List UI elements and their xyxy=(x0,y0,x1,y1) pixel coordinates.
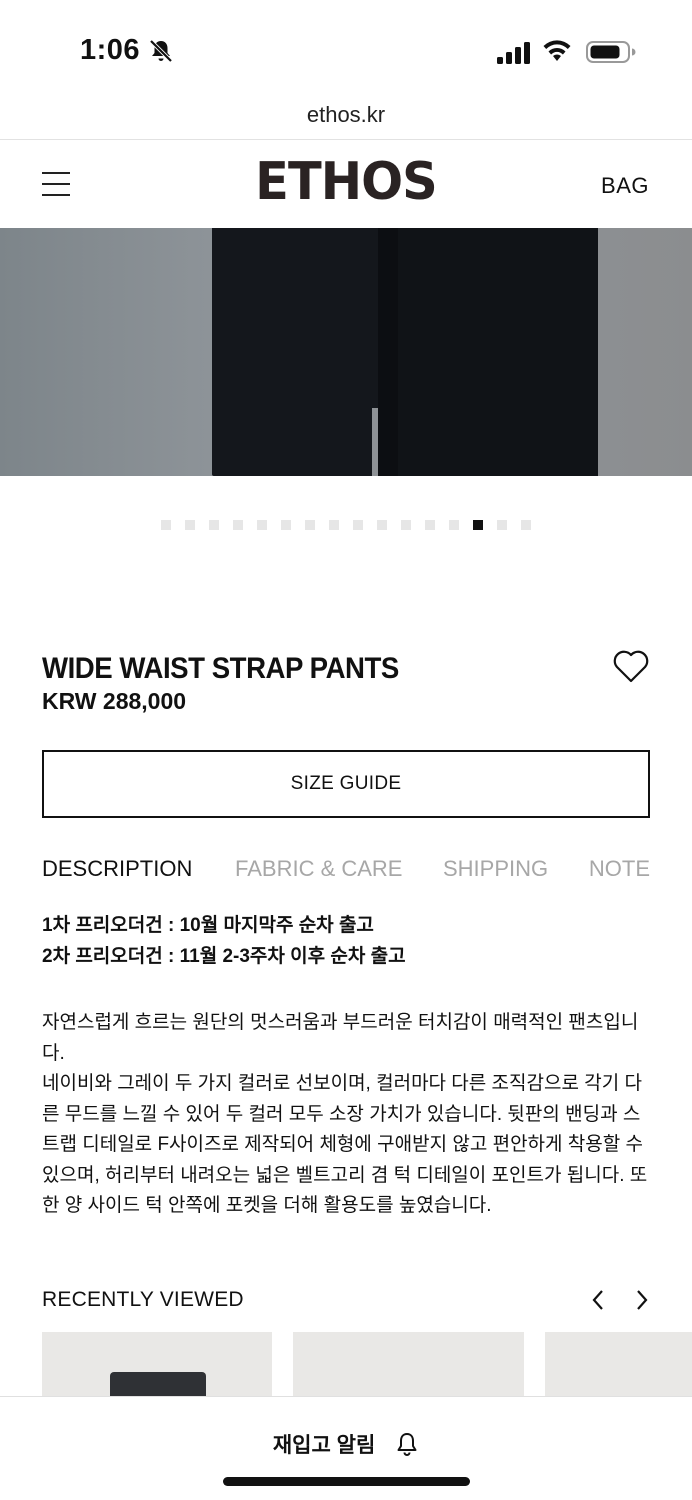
description-body: 자연스럽게 흐르는 원단의 멋스러움과 부드러운 터치감이 매력적인 팬츠입니다… xyxy=(42,1008,652,1222)
carousel-dot[interactable] xyxy=(305,520,315,530)
pants-left-leg xyxy=(212,228,392,476)
preorder-notice: 1차 프리오더건 : 10월 마지막주 순차 출고 2차 프리오더건 : 11월… xyxy=(42,910,650,972)
carousel-dot[interactable] xyxy=(209,520,219,530)
carousel-dot[interactable] xyxy=(521,520,531,530)
carousel-dots xyxy=(0,520,692,530)
wifi-icon xyxy=(543,40,571,61)
restock-alert-button[interactable]: 재입고 알림 xyxy=(0,1429,692,1459)
tab-note[interactable]: NOTE xyxy=(589,856,650,882)
pants-strap xyxy=(378,228,398,476)
recently-viewed-card[interactable] xyxy=(293,1332,524,1396)
site-logo[interactable]: ETHOS xyxy=(17,152,674,212)
recently-viewed-card[interactable] xyxy=(545,1332,692,1396)
chevron-right-icon[interactable] xyxy=(632,1288,652,1312)
carousel-dot[interactable] xyxy=(473,520,483,530)
recently-viewed-card[interactable] xyxy=(42,1332,272,1396)
carousel-dot[interactable] xyxy=(401,520,411,530)
restock-alert-label: 재입고 알림 xyxy=(272,1434,376,1457)
recently-viewed-title: RECENTLY VIEWED xyxy=(42,1288,244,1311)
bottom-action-bar: 재입고 알림 xyxy=(0,1396,692,1500)
description-text: 자연스럽게 흐르는 원단의 멋스러움과 부드러운 터치감이 매력적인 팬츠입니다… xyxy=(42,1012,648,1216)
url-text[interactable]: ethos.kr xyxy=(307,102,385,128)
bag-link[interactable]: BAG xyxy=(601,173,649,199)
product-name: WIDE WAIST STRAP PANTS xyxy=(42,652,399,685)
carousel-dot[interactable] xyxy=(233,520,243,530)
carousel-dot[interactable] xyxy=(377,520,387,530)
url-bar[interactable]: ethos.kr xyxy=(0,100,692,140)
carousel-dot[interactable] xyxy=(185,520,195,530)
product-price: KRW 288,000 xyxy=(42,688,187,714)
battery-icon xyxy=(586,41,636,63)
size-guide-button[interactable]: SIZE GUIDE xyxy=(42,750,650,818)
heart-icon[interactable] xyxy=(612,648,650,684)
site-header: ETHOS BAG xyxy=(0,140,692,228)
product-tabs: DESCRIPTION FABRIC & CARE SHIPPING NOTE xyxy=(42,856,650,886)
status-time: 1:06 xyxy=(80,34,141,66)
carousel-dot[interactable] xyxy=(281,520,291,530)
carousel-dot[interactable] xyxy=(161,520,171,530)
carousel-dot[interactable] xyxy=(497,520,507,530)
preorder-line-2: 2차 프리오더건 : 11월 2-3주차 이후 순차 출고 xyxy=(42,946,406,967)
home-indicator xyxy=(223,1477,470,1486)
carousel-dot[interactable] xyxy=(257,520,267,530)
carousel-dot[interactable] xyxy=(425,520,435,530)
carousel-dot[interactable] xyxy=(449,520,459,530)
status-bar: 1:06 xyxy=(0,0,692,100)
pants-right-leg xyxy=(392,228,598,476)
chevron-left-icon[interactable] xyxy=(588,1288,608,1312)
product-thumbnail xyxy=(110,1372,206,1396)
carousel-dot[interactable] xyxy=(353,520,363,530)
bell-slash-icon xyxy=(149,39,173,63)
cellular-signal-icon xyxy=(497,42,530,64)
carousel-dot[interactable] xyxy=(329,520,339,530)
tab-fabric-care[interactable]: FABRIC & CARE xyxy=(235,856,402,882)
preorder-line-1: 1차 프리오더건 : 10월 마지막주 순차 출고 xyxy=(42,915,374,936)
bell-icon xyxy=(397,1433,417,1456)
tab-shipping[interactable]: SHIPPING xyxy=(443,856,548,882)
product-image[interactable] xyxy=(0,228,692,476)
tab-description[interactable]: DESCRIPTION xyxy=(42,856,192,882)
